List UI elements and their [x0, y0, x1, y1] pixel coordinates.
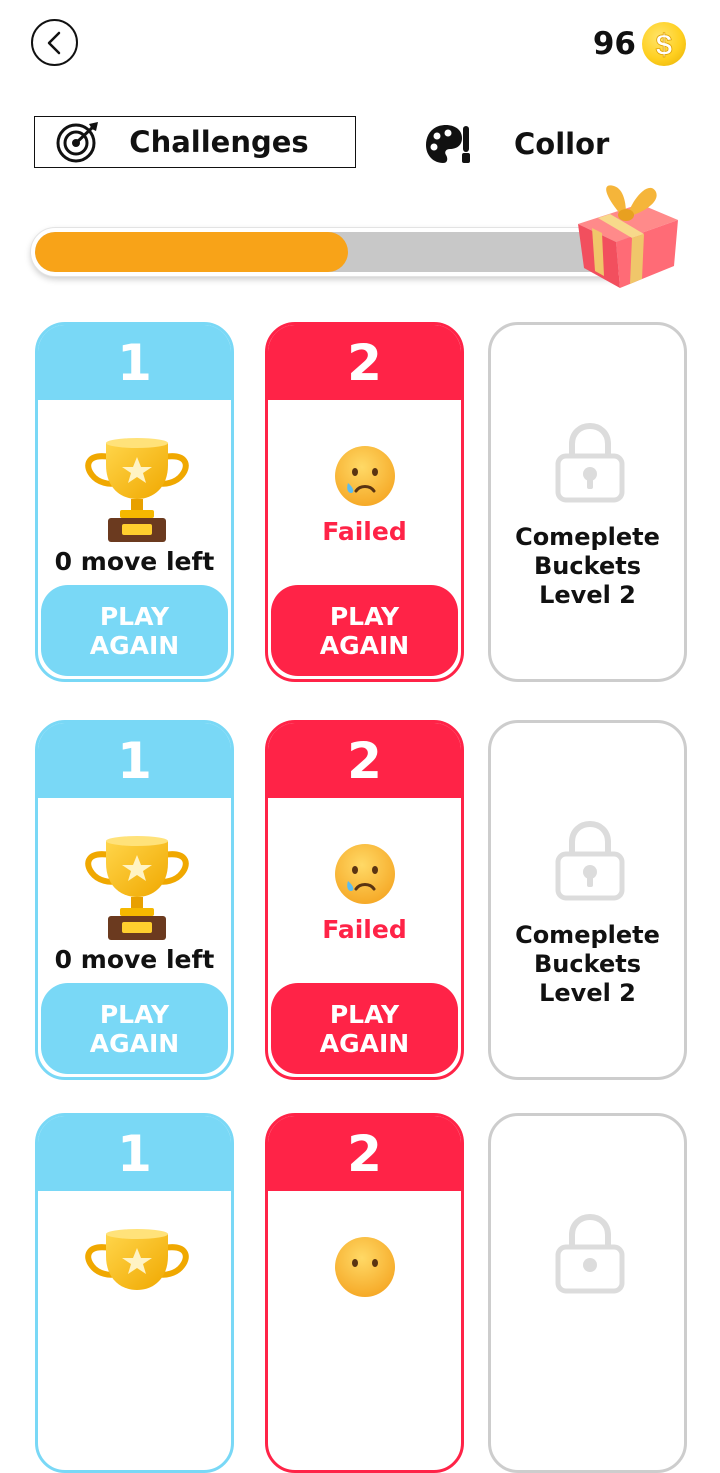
- requirement-line: Buckets: [534, 950, 641, 978]
- coin-balance: 96 $: [593, 22, 686, 66]
- card-number: 2: [268, 325, 461, 400]
- lock-icon: [555, 422, 625, 503]
- challenge-card-won: 1 0 move left PLAY AGAIN: [35, 322, 234, 682]
- challenge-card-locked: [488, 1113, 687, 1473]
- play-again-button[interactable]: PLAY AGAIN: [41, 983, 228, 1074]
- challenge-card-failed: 2: [265, 1113, 464, 1473]
- progress-fill: [35, 232, 349, 272]
- back-button[interactable]: [31, 19, 78, 66]
- button-label-line2: AGAIN: [89, 630, 180, 660]
- tab-challenges[interactable]: Challenges: [34, 116, 356, 168]
- requirement-line: Level 2: [539, 581, 636, 609]
- requirement-line: Buckets: [534, 552, 641, 580]
- card-number: 1: [38, 1116, 231, 1191]
- tab-collor[interactable]: Collor: [424, 120, 609, 168]
- chevron-left-icon: [47, 31, 60, 54]
- challenge-card-locked: Comeplete Buckets Level 2: [488, 720, 687, 1080]
- unlock-requirement: Comeplete Buckets Level 2: [491, 921, 684, 1008]
- failed-label: Failed: [322, 517, 407, 546]
- challenge-card-failed: 2 Failed PLAY AGAIN: [265, 322, 464, 682]
- gift-box-icon[interactable]: [570, 176, 688, 294]
- card-number: 2: [268, 1116, 461, 1191]
- button-label-line2: AGAIN: [89, 1028, 180, 1058]
- palette-icon: [426, 125, 470, 163]
- unlock-requirement: Comeplete Buckets Level 2: [491, 523, 684, 610]
- sad-face-icon: [335, 1237, 395, 1297]
- button-label-line2: AGAIN: [319, 630, 410, 660]
- challenge-card-locked: Comeplete Buckets Level 2: [488, 322, 687, 682]
- challenge-card-failed: 2 Failed PLAY AGAIN: [265, 720, 464, 1080]
- play-again-button[interactable]: PLAY AGAIN: [271, 983, 458, 1074]
- button-label-line1: PLAY: [99, 601, 170, 631]
- moves-left-label: 0 move left: [54, 547, 215, 576]
- requirement-line: Comeplete: [515, 921, 660, 949]
- dollar-coin-icon: $: [642, 22, 686, 66]
- requirement-line: Comeplete: [515, 523, 660, 551]
- play-again-button[interactable]: PLAY AGAIN: [41, 585, 228, 676]
- trophy-icon: [85, 438, 189, 542]
- failed-label: Failed: [322, 915, 407, 944]
- play-again-button[interactable]: PLAY AGAIN: [271, 585, 458, 676]
- button-label-line1: PLAY: [329, 601, 400, 631]
- button-label-line2: AGAIN: [319, 1028, 410, 1058]
- card-number: 1: [38, 723, 231, 798]
- svg-text:$: $: [656, 29, 673, 60]
- tab-label: Challenges: [129, 125, 309, 159]
- card-number: 1: [38, 325, 231, 400]
- sad-face-icon: [335, 844, 395, 904]
- challenge-card-won: 1 0 move left PLAY AGAIN: [35, 720, 234, 1080]
- challenge-card-won: 1: [35, 1113, 234, 1473]
- lock-icon: [555, 820, 625, 901]
- sad-face-icon: [335, 446, 395, 506]
- trophy-icon: [85, 836, 189, 940]
- trophy-icon: [85, 1229, 189, 1290]
- challenge-progress-bar: [31, 228, 641, 276]
- tab-label: Collor: [514, 127, 610, 161]
- button-label-line1: PLAY: [99, 999, 170, 1029]
- card-number: 2: [268, 723, 461, 798]
- moves-left-label: 0 move left: [54, 945, 215, 974]
- target-icon: [56, 122, 98, 163]
- coin-count: 96: [592, 26, 636, 62]
- lock-icon: [555, 1213, 625, 1294]
- requirement-line: Level 2: [539, 979, 636, 1007]
- button-label-line1: PLAY: [329, 999, 400, 1029]
